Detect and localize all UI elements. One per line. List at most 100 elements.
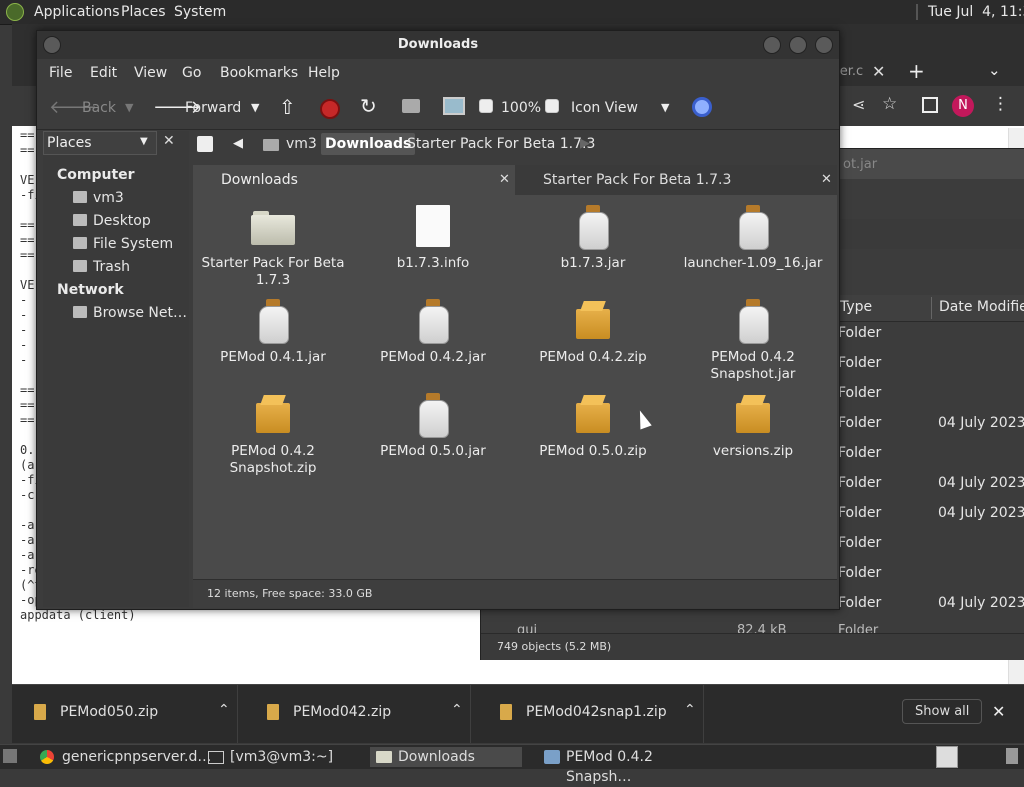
sidebar-dropdown-label: Places <box>47 135 92 151</box>
path-crumb-downloads[interactable]: Downloads <box>321 133 416 155</box>
home-folder-icon[interactable] <box>402 99 420 113</box>
menu-file[interactable]: File <box>49 65 72 81</box>
download-item[interactable]: PEMod050.zip ⌃ <box>12 685 238 743</box>
maximize-button[interactable] <box>789 36 807 54</box>
view-mode-select[interactable]: Icon View <box>571 100 638 116</box>
show-all-button[interactable]: Show all <box>902 699 983 724</box>
file-item[interactable]: b1.7.3.jar <box>513 205 673 272</box>
task-downloads[interactable]: Downloads <box>370 747 522 767</box>
fm2-row-type[interactable]: Folder <box>838 355 881 371</box>
task-terminal[interactable]: [vm3@vm3:~] <box>204 747 364 767</box>
close-tab-icon[interactable]: ✕ <box>821 165 832 195</box>
tab-starter-pack[interactable]: Starter Pack For Beta 1.7.3 ✕ <box>515 165 837 195</box>
type-column-header[interactable]: Type <box>840 299 872 315</box>
sidebar-item-file-system[interactable]: File System <box>73 236 173 252</box>
forward-history-chevron-icon[interactable]: ▼ <box>251 101 259 114</box>
profile-avatar[interactable]: N <box>952 95 974 117</box>
fm2-row-type[interactable]: Folder <box>838 325 881 341</box>
file-item[interactable]: PEMod 0.4.2 Snapshot.jar <box>673 299 833 383</box>
fm2-row-type[interactable]: Folder <box>838 445 881 461</box>
up-arrow-icon[interactable]: ⇧ <box>279 95 296 119</box>
show-desktop-icon[interactable] <box>3 749 17 763</box>
mate-logo-icon[interactable] <box>6 3 24 21</box>
file-item[interactable]: PEMod 0.5.0.jar <box>353 393 513 460</box>
reload-icon[interactable]: ↻ <box>360 94 377 118</box>
computer-icon[interactable] <box>443 97 465 115</box>
window-titlebar[interactable]: Downloads <box>37 31 839 59</box>
file-name: PEMod 0.4.1.jar <box>220 349 326 365</box>
bookmark-star-icon[interactable]: ☆ <box>882 94 897 114</box>
sidebar-places-dropdown[interactable]: Places ▼ <box>43 131 157 155</box>
edit-location-icon[interactable] <box>197 136 213 152</box>
applications-menu[interactable]: Applications <box>34 4 120 20</box>
path-crumb-starter-pack[interactable]: Starter Pack For Beta 1.7.3 <box>407 136 595 152</box>
view-mode-chevron-icon[interactable]: ▼ <box>661 101 669 114</box>
sidebar-item-vm3[interactable]: vm3 <box>73 190 124 206</box>
close-window-button[interactable] <box>815 36 833 54</box>
back-history-chevron-icon[interactable]: ▼ <box>125 101 133 114</box>
file-item[interactable]: PEMod 0.5.0.zip <box>513 393 673 460</box>
file-item[interactable]: b1.7.3.info <box>353 205 513 272</box>
zoom-level[interactable]: 100% <box>501 100 541 116</box>
path-left-arrow-icon[interactable]: ◀ <box>233 136 243 151</box>
system-menu[interactable]: System <box>174 4 226 20</box>
path-right-arrow-icon[interactable]: ▶ <box>580 136 590 151</box>
menu-go[interactable]: Go <box>182 65 201 81</box>
sidepanel-icon[interactable] <box>922 97 938 113</box>
zoom-in-icon[interactable] <box>545 99 559 113</box>
file-item[interactable]: PEMod 0.4.2 Snapshot.zip <box>193 393 353 477</box>
menu-view[interactable]: View <box>134 65 167 81</box>
sidebar-item-browse-network[interactable]: Browse Net… <box>73 305 187 321</box>
trash-applet-icon[interactable] <box>1006 748 1018 764</box>
sidebar-item-trash[interactable]: Trash <box>73 259 130 275</box>
close-sidebar-icon[interactable]: ✕ <box>163 133 175 149</box>
file-item[interactable]: launcher-1.09_16.jar <box>673 205 833 272</box>
share-icon[interactable]: ⋖ <box>852 95 865 114</box>
date-modified-column-header[interactable]: Date Modified <box>939 299 1024 315</box>
zoom-out-icon[interactable] <box>479 99 493 113</box>
clock[interactable]: Tue Jul 4, 11:33 <box>928 4 1024 20</box>
forward-button[interactable]: Forward <box>185 100 241 116</box>
fm2-row-type[interactable]: Folder <box>838 385 881 401</box>
fm2-row-type[interactable]: Folder <box>838 475 881 491</box>
download-options-chevron-icon[interactable]: ⌃ <box>218 702 230 718</box>
menu-edit[interactable]: Edit <box>90 65 117 81</box>
fm2-row-type[interactable]: Folder <box>838 565 881 581</box>
file-name: PEMod 0.4.2 Snapshot.zip <box>229 443 317 476</box>
file-item[interactable]: Starter Pack For Beta 1.7.3 <box>193 205 353 289</box>
download-item[interactable]: PEMod042snap1.zip ⌃ <box>478 685 704 743</box>
tab-list-chevron-icon[interactable]: ⌄ <box>988 61 1001 79</box>
fm2-row-type[interactable]: Folder <box>838 535 881 551</box>
fm2-row-type[interactable]: Folder <box>838 595 881 611</box>
download-name: PEMod042snap1.zip <box>526 704 667 720</box>
back-button[interactable]: Back <box>82 100 116 116</box>
fm2-row-type[interactable]: Folder <box>838 415 881 431</box>
fm2-row-type[interactable]: Folder <box>838 505 881 521</box>
search-icon[interactable] <box>692 97 712 117</box>
stop-icon[interactable] <box>320 99 340 119</box>
task-chrome[interactable]: genericpnpserver.d… <box>36 747 211 767</box>
sidebar: Places ▼ ✕ Computer vm3 Desktop File Sys… <box>43 131 189 607</box>
menu-help[interactable]: Help <box>308 65 340 81</box>
places-menu[interactable]: Places <box>121 4 166 20</box>
minimize-button[interactable] <box>763 36 781 54</box>
close-tab-icon[interactable]: ✕ <box>499 165 510 195</box>
browser-menu-icon[interactable]: ⋮ <box>992 94 1009 114</box>
new-tab-icon[interactable]: + <box>908 59 925 83</box>
workspace-switcher[interactable] <box>936 746 958 768</box>
document-icon <box>416 205 450 247</box>
task-archive[interactable]: PEMod 0.4.2 Snapsh… <box>540 747 720 785</box>
sidebar-item-desktop[interactable]: Desktop <box>73 213 151 229</box>
menu-bookmarks[interactable]: Bookmarks <box>220 65 298 81</box>
file-item[interactable]: PEMod 0.4.2.zip <box>513 299 673 366</box>
path-crumb-vm3[interactable]: vm3 <box>286 136 317 152</box>
file-item[interactable]: PEMod 0.4.1.jar <box>193 299 353 366</box>
file-item[interactable]: versions.zip <box>673 393 833 460</box>
download-options-chevron-icon[interactable]: ⌃ <box>451 702 463 718</box>
file-item[interactable]: PEMod 0.4.2.jar <box>353 299 513 366</box>
download-item[interactable]: PEMod042.zip ⌃ <box>245 685 471 743</box>
close-tab-icon[interactable]: ✕ <box>872 62 885 81</box>
tab-downloads[interactable]: Downloads ✕ <box>193 165 515 195</box>
download-options-chevron-icon[interactable]: ⌃ <box>684 702 696 718</box>
close-downloads-bar-icon[interactable]: ✕ <box>992 702 1005 721</box>
